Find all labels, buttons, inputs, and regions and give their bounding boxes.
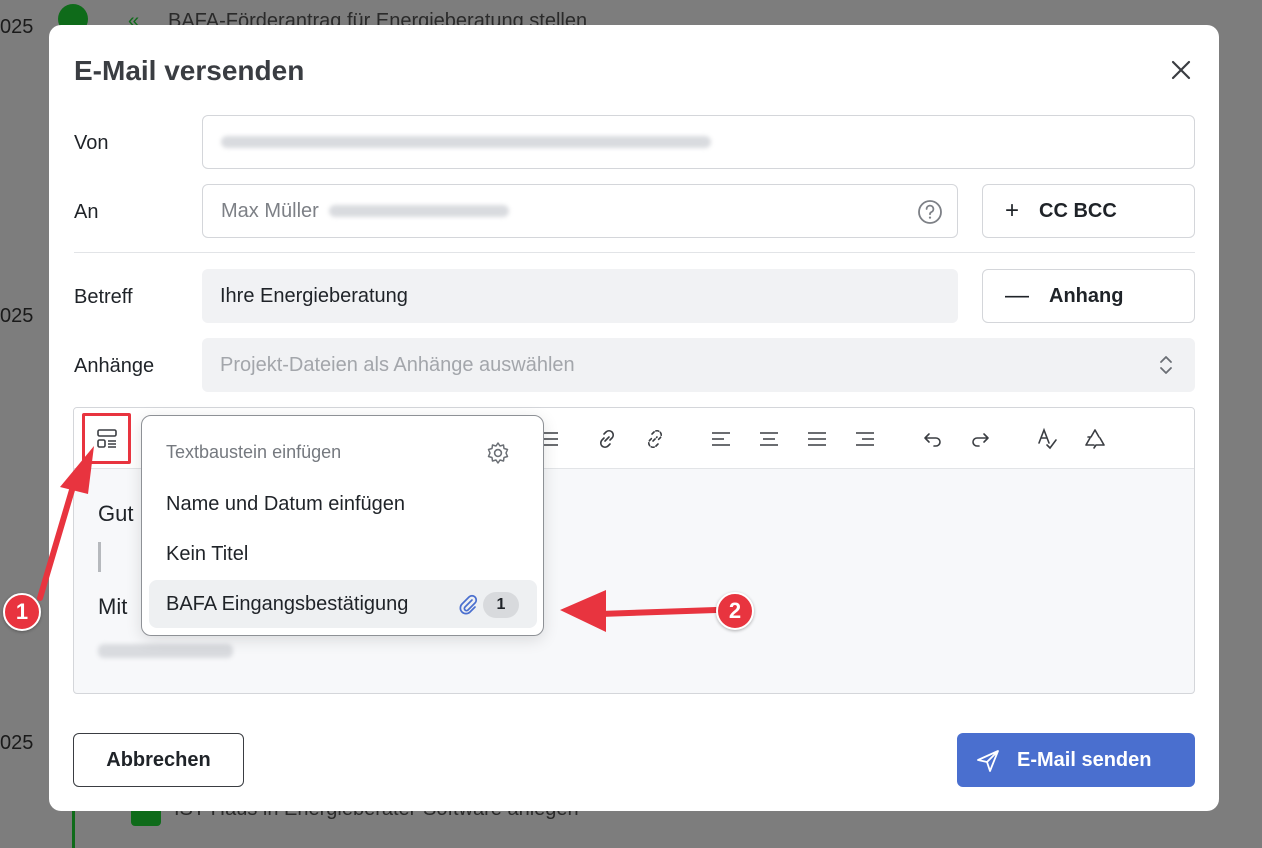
annotation-arrows (37, 446, 719, 632)
annotation-marker-1: 1 (3, 593, 41, 631)
annotation-marker-2: 2 (716, 592, 754, 630)
